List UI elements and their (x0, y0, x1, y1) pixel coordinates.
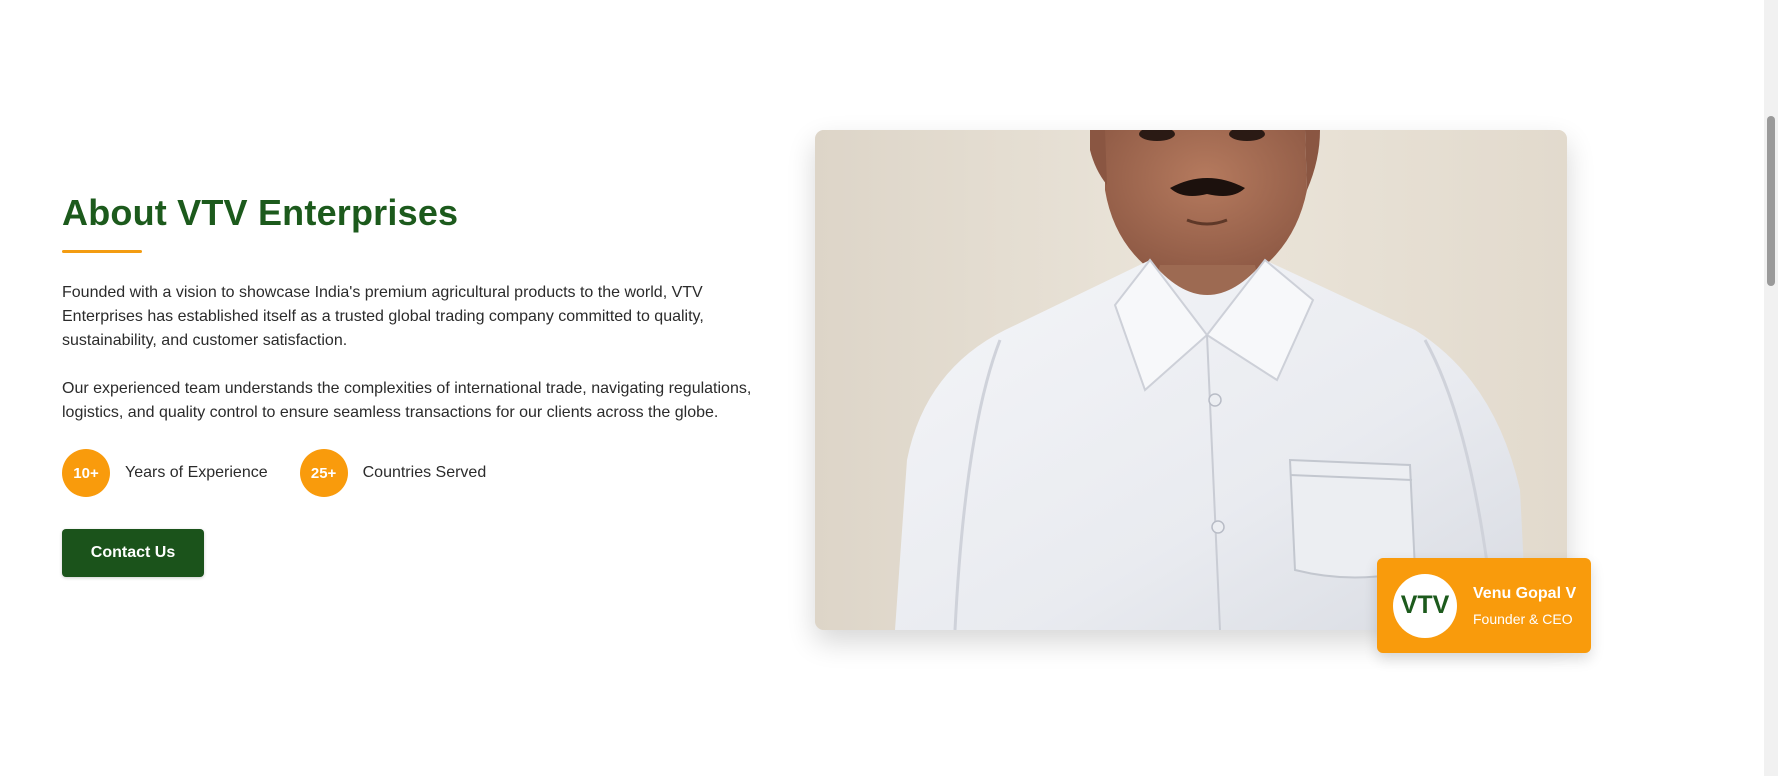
about-paragraph-2: Our experienced team understands the com… (62, 380, 752, 421)
scrollbar-thumb[interactable] (1767, 116, 1775, 286)
stat-badge-experience: 10+ (62, 449, 110, 497)
about-content: About VTV Enterprises Founded with a vis… (62, 188, 762, 577)
contact-us-button[interactable]: Contact Us (62, 529, 204, 577)
founder-info: Venu Gopal V Founder & CEO (1473, 584, 1576, 628)
stat-label-experience: Years of Experience (125, 464, 268, 481)
stat-badge-countries: 25+ (299, 449, 348, 497)
founder-photo (815, 130, 1567, 630)
founder-badge: VTV Venu Gopal V Founder & CEO (1377, 558, 1591, 653)
founder-name: Venu Gopal V (1473, 584, 1577, 602)
vtv-logo: VTV (1393, 573, 1457, 638)
founder-portrait-image (815, 130, 1567, 630)
founder-title: Founder & CEO (1473, 610, 1573, 627)
about-section: About VTV Enterprises Founded with a vis… (0, 0, 1778, 776)
stat-experience: 10+ Years of Experience (62, 449, 268, 497)
page-title: About VTV Enterprises (62, 192, 459, 233)
stat-countries: 25+ Countries Served (299, 449, 487, 497)
stats-row: 10+ Years of Experience 25+ Countries Se… (62, 449, 762, 497)
scrollbar[interactable] (1764, 0, 1778, 776)
about-paragraph-1: Founded with a vision to showcase India'… (62, 284, 704, 349)
title-underline (62, 250, 142, 253)
stat-label-countries: Countries Served (362, 464, 487, 481)
